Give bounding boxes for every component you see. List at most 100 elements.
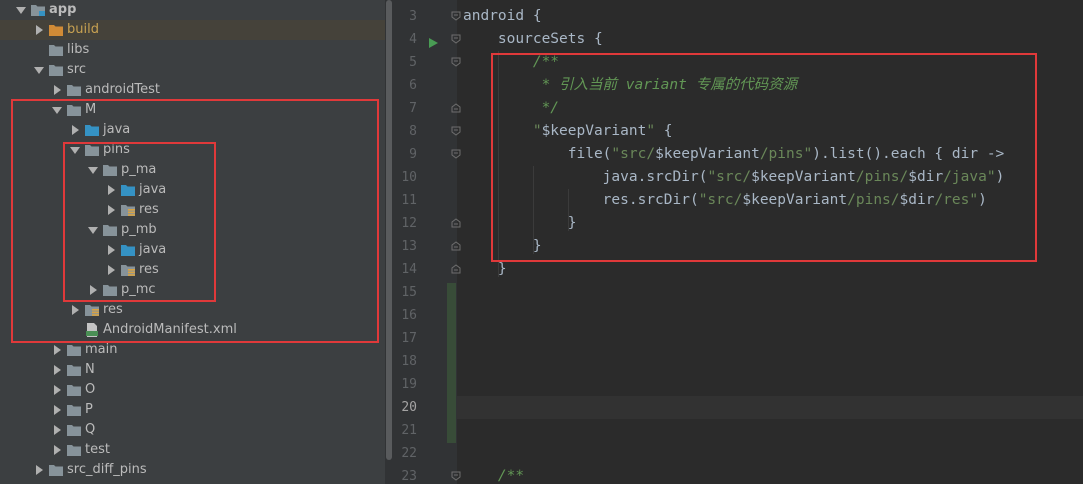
line-number[interactable]: 18 xyxy=(393,350,417,373)
chevron-down-icon[interactable] xyxy=(86,220,100,240)
code-token: $keepVariant xyxy=(541,123,647,139)
folder-icon xyxy=(66,402,82,418)
fold-close-icon[interactable] xyxy=(451,103,461,113)
chevron-right-icon[interactable] xyxy=(104,260,118,280)
chevron-right-icon[interactable] xyxy=(50,440,64,460)
fold-open-icon[interactable] xyxy=(451,57,461,67)
chevron-down-icon[interactable] xyxy=(50,100,64,120)
code-line[interactable]: java.srcDir("src/$keepVariant/pins/$dir/… xyxy=(463,166,1005,189)
line-number[interactable]: 15 xyxy=(393,281,417,304)
chevron-right-icon[interactable] xyxy=(68,120,82,140)
fold-open-icon[interactable] xyxy=(451,471,461,481)
chevron-right-icon[interactable] xyxy=(32,460,46,480)
tree-item-label: pins xyxy=(103,142,130,157)
tree-item-o[interactable]: O xyxy=(0,380,385,400)
run-gutter-icon[interactable] xyxy=(427,34,439,48)
line-number[interactable]: 21 xyxy=(393,419,417,442)
line-number[interactable]: 17 xyxy=(393,327,417,350)
chevron-right-icon[interactable] xyxy=(50,340,64,360)
tree-item-p-mb[interactable]: p_mb xyxy=(0,220,385,240)
tree-item-res[interactable]: res xyxy=(0,260,385,280)
code-line[interactable]: } xyxy=(463,258,507,281)
tree-item-pins[interactable]: pins xyxy=(0,140,385,160)
line-number[interactable]: 14 xyxy=(393,258,417,281)
line-number[interactable]: 19 xyxy=(393,373,417,396)
code-line[interactable]: } xyxy=(463,212,577,235)
code-line[interactable]: /** xyxy=(463,51,559,74)
line-number[interactable]: 12 xyxy=(393,212,417,235)
tree-item-build[interactable]: build xyxy=(0,20,385,40)
line-number[interactable]: 11 xyxy=(393,189,417,212)
fold-open-icon[interactable] xyxy=(451,34,461,44)
line-number[interactable]: 8 xyxy=(393,120,417,143)
chevron-down-icon[interactable] xyxy=(86,160,100,180)
tree-item-q[interactable]: Q xyxy=(0,420,385,440)
tree-item-src[interactable]: src xyxy=(0,60,385,80)
chevron-right-icon[interactable] xyxy=(50,360,64,380)
line-number[interactable]: 23 xyxy=(393,465,417,484)
code-line[interactable]: } xyxy=(463,235,542,258)
code-line[interactable]: file("src/$keepVariant/pins").list().eac… xyxy=(463,143,1005,166)
tree-item-src-diff-pins[interactable]: src_diff_pins xyxy=(0,460,385,480)
tree-item-n[interactable]: N xyxy=(0,360,385,380)
tree-item-p-mc[interactable]: p_mc xyxy=(0,280,385,300)
code-line[interactable]: /** xyxy=(463,465,524,484)
chevron-right-icon[interactable] xyxy=(104,180,118,200)
chevron-right-icon[interactable] xyxy=(104,200,118,220)
line-number[interactable]: 16 xyxy=(393,304,417,327)
chevron-right-icon[interactable] xyxy=(86,280,100,300)
fold-close-icon[interactable] xyxy=(451,264,461,274)
line-number[interactable]: 13 xyxy=(393,235,417,258)
tree-item-app[interactable]: app xyxy=(0,0,385,20)
tree-item-res[interactable]: res xyxy=(0,200,385,220)
chevron-right-icon[interactable] xyxy=(32,20,46,40)
code-token: file( xyxy=(463,146,612,162)
line-number[interactable]: 9 xyxy=(393,143,417,166)
tree-item-label: N xyxy=(85,362,95,377)
tree-item-androidmanifest-xml[interactable]: AndroidManifest.xml xyxy=(0,320,385,340)
fold-open-icon[interactable] xyxy=(451,11,461,21)
code-line[interactable]: sourceSets { xyxy=(463,28,603,51)
tree-item-java[interactable]: java xyxy=(0,180,385,200)
fold-close-icon[interactable] xyxy=(451,218,461,228)
code-token: "src/ xyxy=(707,169,752,185)
line-number[interactable]: 20 xyxy=(393,396,417,419)
tree-item-androidtest[interactable]: androidTest xyxy=(0,80,385,100)
chevron-right-icon[interactable] xyxy=(50,380,64,400)
line-number[interactable]: 4 xyxy=(393,28,417,51)
source-folder-icon xyxy=(84,122,100,138)
chevron-right-icon[interactable] xyxy=(68,300,82,320)
tree-item-p[interactable]: P xyxy=(0,400,385,420)
tree-item-m[interactable]: M xyxy=(0,100,385,120)
fold-open-icon[interactable] xyxy=(451,149,461,159)
line-number[interactable]: 7 xyxy=(393,97,417,120)
line-number[interactable]: 5 xyxy=(393,51,417,74)
chevron-right-icon[interactable] xyxy=(50,420,64,440)
tree-item-libs[interactable]: libs xyxy=(0,40,385,60)
code-line[interactable]: "$keepVariant" { xyxy=(463,120,673,143)
line-number[interactable]: 22 xyxy=(393,442,417,465)
code-line[interactable]: * 引入当前 variant 专属的代码资源 xyxy=(463,74,798,97)
chevron-right-icon[interactable] xyxy=(104,240,118,260)
line-number[interactable]: 3 xyxy=(393,5,417,28)
tree-item-main[interactable]: main xyxy=(0,340,385,360)
chevron-down-icon[interactable] xyxy=(68,140,82,160)
code-line[interactable]: */ xyxy=(463,97,559,120)
chevron-right-icon[interactable] xyxy=(50,80,64,100)
project-tree-scrollbar-thumb[interactable] xyxy=(386,0,392,460)
chevron-down-icon[interactable] xyxy=(32,60,46,80)
chevron-right-icon[interactable] xyxy=(50,400,64,420)
line-number[interactable]: 6 xyxy=(393,74,417,97)
tree-item-res[interactable]: res xyxy=(0,300,385,320)
tree-item-java[interactable]: java xyxy=(0,240,385,260)
code-line[interactable]: res.srcDir("src/$keepVariant/pins/$dir/r… xyxy=(463,189,987,212)
code-line[interactable]: android { xyxy=(463,5,542,28)
chevron-down-icon[interactable] xyxy=(14,0,28,20)
fold-close-icon[interactable] xyxy=(451,241,461,251)
line-number[interactable]: 10 xyxy=(393,166,417,189)
vcs-change-marker[interactable] xyxy=(447,283,456,443)
tree-item-test[interactable]: test xyxy=(0,440,385,460)
tree-item-p-ma[interactable]: p_ma xyxy=(0,160,385,180)
tree-item-java[interactable]: java xyxy=(0,120,385,140)
fold-open-icon[interactable] xyxy=(451,126,461,136)
